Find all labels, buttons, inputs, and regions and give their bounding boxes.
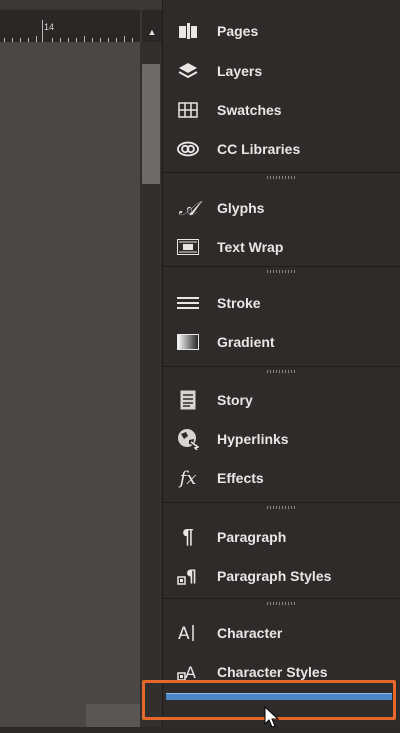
horizontal-ruler[interactable]: 14 [0,10,140,43]
character-icon: A [177,622,199,644]
text-wrap-icon [177,236,199,258]
panel-group-3: Stroke Gradient [163,266,400,367]
mouse-pointer-icon [264,705,280,733]
panel-item-label: Paragraph [217,529,287,545]
story-icon [177,389,199,411]
svg-text:A: A [178,624,190,643]
effects-icon: fx [179,467,197,489]
group-grip[interactable] [267,602,297,605]
panel-item-pages[interactable]: Pages [163,12,400,50]
paragraph-icon: ¶ [182,525,194,548]
group-grip[interactable] [267,506,297,509]
panel-group-2: 𝒜 Glyphs Text Wrap [163,172,400,267]
svg-text:¶: ¶ [186,567,197,586]
document-area: 14 ▲ [0,0,162,727]
scroll-up-arrow-icon[interactable]: ▲ [142,10,162,42]
panel-item-character[interactable]: A Character [163,614,400,652]
panel-item-paragraph-styles[interactable]: ¶ Paragraph Styles [163,557,400,595]
stroke-icon [177,292,199,314]
panel-item-gradient[interactable]: Gradient [163,323,400,361]
panel-item-label: Paragraph Styles [217,568,332,584]
panel-item-cc-libraries[interactable]: CC Libraries [163,130,400,168]
panel-item-stroke[interactable]: Stroke [163,284,400,322]
group-grip[interactable] [267,370,297,373]
panel-item-effects[interactable]: fx Effects [163,459,400,497]
group-grip[interactable] [267,270,297,273]
scrollbar-thumb[interactable] [142,64,160,184]
panel-item-label: Character Styles [217,664,328,680]
panel-item-label: CC Libraries [217,141,301,157]
panel-item-swatches[interactable]: Swatches [163,91,400,129]
horizontal-scrollbar[interactable] [86,704,140,727]
panel-item-glyphs[interactable]: 𝒜 Glyphs [163,189,400,227]
gradient-icon [177,331,199,353]
swatches-icon [177,99,199,121]
panel-group-4: Story Hyperlinks fx Effects [163,366,400,503]
panel-item-hyperlinks[interactable]: Hyperlinks [163,420,400,458]
glyphs-icon: 𝒜 [178,196,198,220]
pages-icon [177,20,199,42]
panel-item-label: Pages [217,23,259,39]
panel-item-label: Effects [217,470,264,486]
panel-item-label: Glyphs [217,200,265,216]
ruler-label: 14 [44,22,55,32]
panel-item-label: Hyperlinks [217,431,289,447]
panel-item-story[interactable]: Story [163,381,400,419]
panel-item-label: Character [217,625,283,641]
panel-dock: Pages Layers Swatches CC Libraries 𝒜 Gly… [162,0,400,727]
cc-libraries-icon [177,138,199,160]
layers-icon [177,60,199,82]
panel-item-text-wrap[interactable]: Text Wrap [163,228,400,266]
paragraph-styles-icon: ¶ [177,565,199,587]
panel-group-5: ¶ Paragraph ¶ Paragraph Styles [163,502,400,599]
panel-item-label: Story [217,392,253,408]
group-grip[interactable] [267,176,297,179]
panel-group-1: Pages Layers Swatches CC Libraries [163,0,400,173]
panel-item-label: Gradient [217,334,275,350]
panel-item-paragraph[interactable]: ¶ Paragraph [163,518,400,556]
pasteboard[interactable] [0,42,140,727]
panel-item-label: Swatches [217,102,282,118]
hyperlinks-icon [177,428,199,450]
panel-item-label: Layers [217,63,263,79]
panel-item-label: Stroke [217,295,261,311]
panel-item-label: Text Wrap [217,239,284,255]
panel-item-layers[interactable]: Layers [163,52,400,90]
